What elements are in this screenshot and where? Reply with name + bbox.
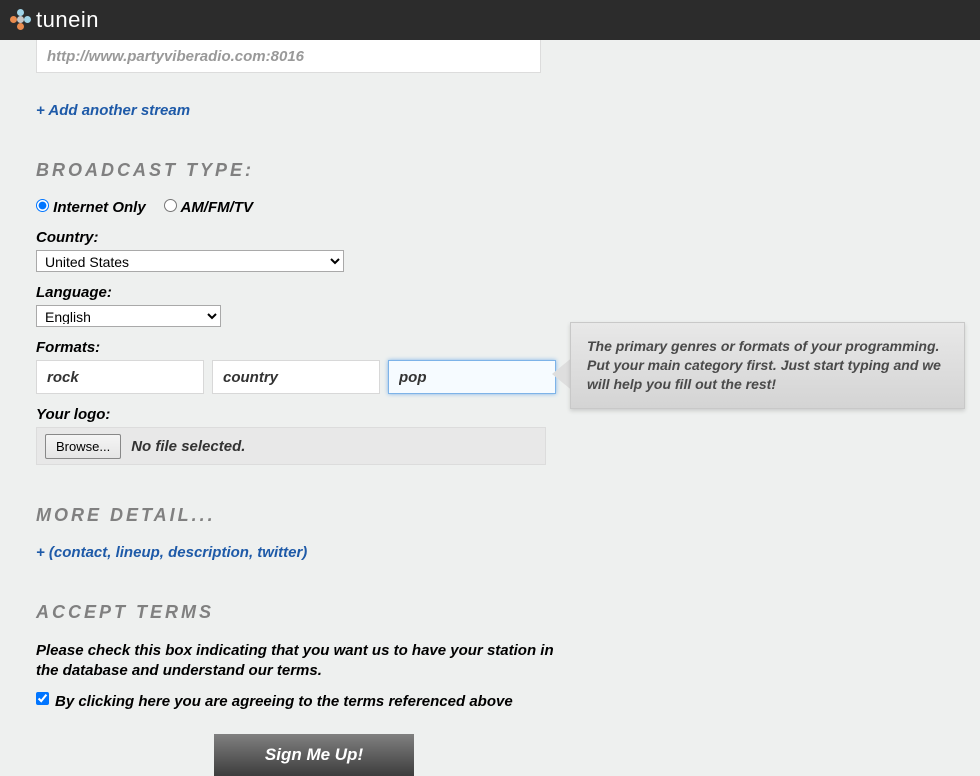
signup-button[interactable]: Sign Me Up! xyxy=(214,734,414,776)
country-label: Country: xyxy=(36,229,944,246)
format-input-2[interactable] xyxy=(212,360,380,394)
stream-url-input[interactable]: http://www.partyviberadio.com:8016 xyxy=(36,39,541,73)
file-status-text: No file selected. xyxy=(131,438,245,455)
section-broadcast-type: BROADCAST TYPE: xyxy=(36,160,944,181)
brand-logo[interactable]: tunein xyxy=(10,7,99,33)
more-detail-link[interactable]: + (contact, lineup, description, twitter… xyxy=(36,544,307,561)
radio-amfmtv-input[interactable] xyxy=(164,199,177,212)
format-input-1[interactable] xyxy=(36,360,204,394)
terms-checkbox[interactable] xyxy=(36,692,49,705)
terms-agree-label[interactable]: By clicking here you are agreeing to the… xyxy=(55,692,513,712)
top-navbar: tunein xyxy=(0,0,980,40)
section-more-detail: MORE DETAIL... xyxy=(36,505,944,526)
language-select[interactable]: English xyxy=(36,305,221,327)
brand-text: tunein xyxy=(36,7,99,33)
section-accept-terms: ACCEPT TERMS xyxy=(36,602,944,623)
terms-instruction: Please check this box indicating that yo… xyxy=(36,641,576,680)
logo-icon xyxy=(10,9,32,31)
radio-internet-only-input[interactable] xyxy=(36,199,49,212)
format-input-3[interactable] xyxy=(388,360,556,394)
file-picker-row: Browse... No file selected. xyxy=(36,427,546,465)
add-another-stream-link[interactable]: + Add another stream xyxy=(36,102,190,119)
formats-tooltip: The primary genres or formats of your pr… xyxy=(570,322,965,409)
radio-amfmtv[interactable]: AM/FM/TV xyxy=(164,199,253,216)
language-label: Language: xyxy=(36,284,944,301)
radio-internet-only[interactable]: Internet Only xyxy=(36,199,150,216)
browse-button[interactable]: Browse... xyxy=(45,434,121,459)
country-select[interactable]: United States xyxy=(36,250,344,272)
